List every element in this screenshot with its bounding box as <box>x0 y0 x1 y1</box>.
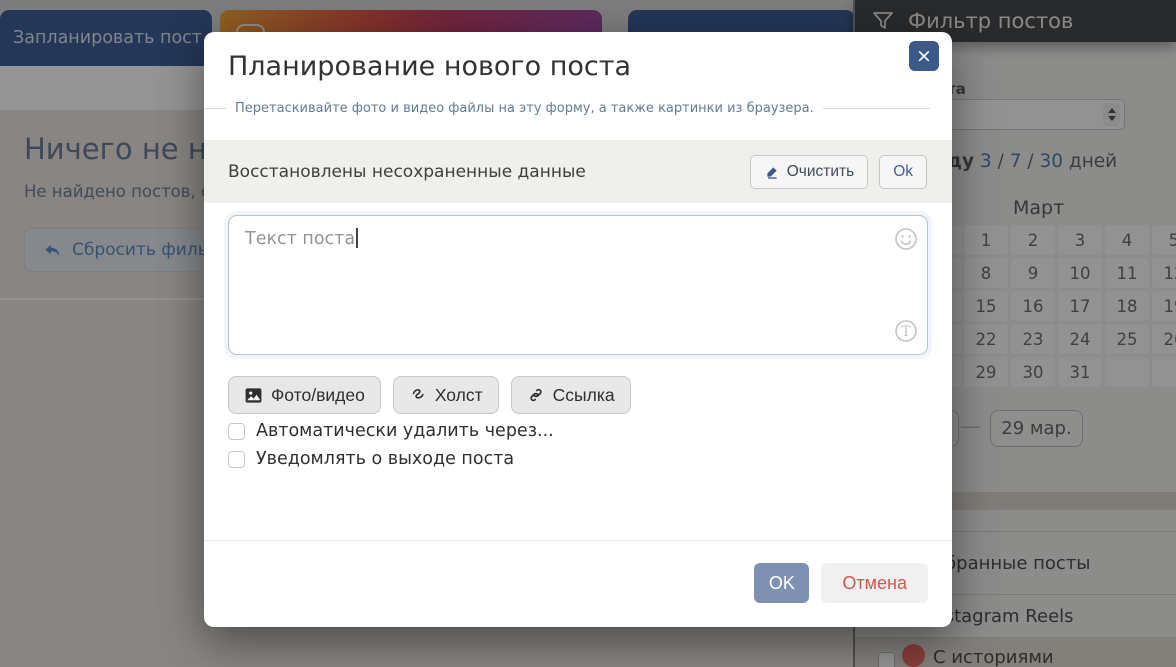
restored-data-message: Восстановлены несохраненные данные <box>228 161 586 182</box>
clear-restored-button[interactable]: Очистить <box>749 154 869 189</box>
modal-footer: OK Отмена <box>754 563 928 603</box>
text-format-icon[interactable]: T <box>894 319 918 343</box>
auto-delete-label: Автоматически удалить через... <box>256 421 554 441</box>
eraser-icon <box>767 166 777 179</box>
notify-checkbox[interactable] <box>228 450 245 468</box>
photo-video-button[interactable]: Фото/видео <box>228 376 381 414</box>
svg-text:T: T <box>901 324 910 340</box>
close-button[interactable]: × <box>909 41 939 71</box>
image-icon <box>245 387 262 403</box>
footer-divider <box>204 540 952 541</box>
cancel-label: Отмена <box>842 572 907 593</box>
emoji-picker-icon[interactable] <box>894 227 918 251</box>
drag-drop-hint: Перетаскивайте фото и видео файлы на эту… <box>204 101 952 116</box>
post-text-placeholder-text: Текст поста <box>245 229 356 249</box>
auto-delete-option[interactable]: Автоматически удалить через... <box>228 417 554 445</box>
cancel-button[interactable]: Отмена <box>821 563 928 603</box>
ok-button[interactable]: OK <box>754 563 810 603</box>
new-post-modal: × Планирование нового поста Перетаскивай… <box>204 32 952 627</box>
canvas-button[interactable]: Холст <box>392 376 499 414</box>
canvas-label: Холст <box>434 384 483 405</box>
link-label: Ссылка <box>552 384 615 405</box>
post-text-placeholder: Текст поста <box>245 228 358 249</box>
ok-label: OK <box>768 572 795 593</box>
modal-title: Планирование нового поста <box>228 51 631 82</box>
app-window: Запланировать пост Ничего не най Не найд… <box>0 0 1176 667</box>
drag-drop-hint-text: Перетаскивайте фото и видео файлы на эту… <box>235 101 814 116</box>
restored-data-bar: Восстановлены несохраненные данные Очист… <box>204 140 952 203</box>
restored-ok-button[interactable]: Ok <box>879 154 927 189</box>
link-icon <box>529 388 542 402</box>
notify-option[interactable]: Уведомлять о выходе поста <box>228 445 514 473</box>
notify-label: Уведомлять о выходе поста <box>256 449 515 469</box>
clear-restored-label: Очистить <box>786 162 855 180</box>
restored-ok-label: Ok <box>893 162 913 180</box>
post-text-input[interactable]: Текст поста T <box>228 215 928 355</box>
attachment-toolbar: Фото/видео Холст Ссылка <box>228 376 631 414</box>
auto-delete-checkbox[interactable] <box>228 422 245 440</box>
link-button[interactable]: Ссылка <box>510 376 631 414</box>
canvas-brush-icon <box>412 389 424 399</box>
photo-video-label: Фото/видео <box>271 384 365 405</box>
text-caret <box>356 228 358 248</box>
close-icon: × <box>916 45 932 67</box>
